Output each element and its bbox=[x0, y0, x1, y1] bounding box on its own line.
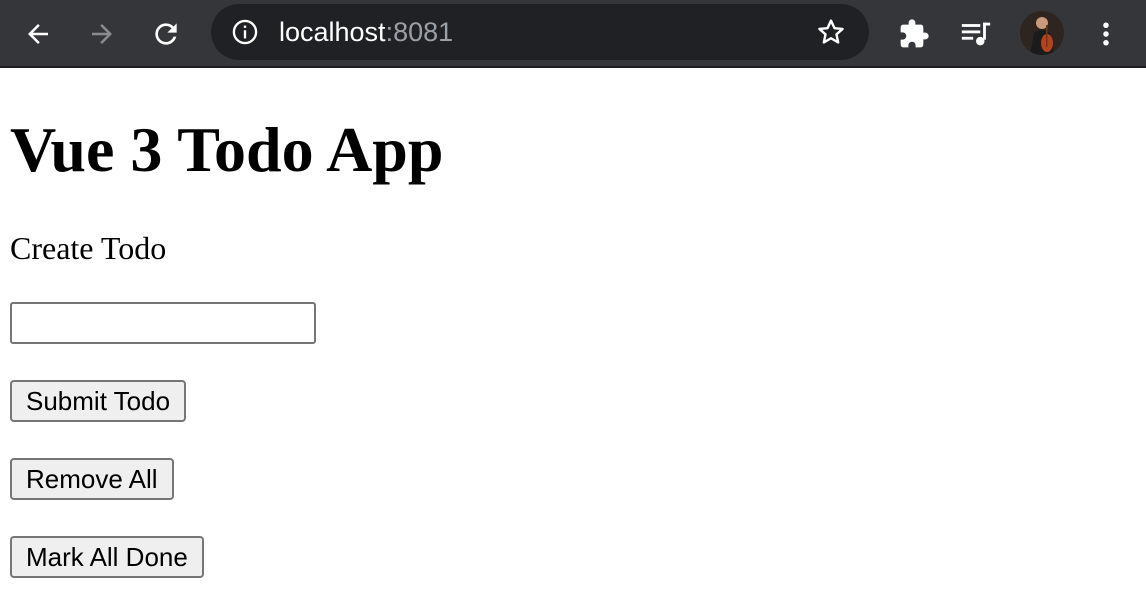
url-host: localhost bbox=[279, 17, 386, 47]
media-button[interactable] bbox=[954, 12, 998, 56]
profile-photo bbox=[1020, 11, 1064, 55]
todo-input[interactable] bbox=[10, 302, 316, 344]
create-todo-label: Create Todo bbox=[10, 230, 167, 266]
avatar[interactable] bbox=[1020, 11, 1064, 55]
extensions-button[interactable] bbox=[892, 12, 936, 56]
arrow-left-icon bbox=[28, 24, 48, 44]
info-icon[interactable] bbox=[231, 18, 259, 46]
remove-all-button[interactable]: Remove All bbox=[10, 458, 174, 500]
mark-all-done-button[interactable]: Mark All Done bbox=[10, 536, 204, 578]
back-button[interactable] bbox=[16, 12, 60, 56]
star-icon[interactable] bbox=[815, 16, 847, 48]
reload-icon bbox=[155, 23, 177, 45]
arrow-right-icon bbox=[92, 24, 112, 44]
browser-toolbar: localhost:8081 bbox=[0, 0, 1146, 68]
address-bar[interactable]: localhost:8081 bbox=[211, 4, 869, 60]
reload-button[interactable] bbox=[144, 12, 188, 56]
kebab-menu-icon bbox=[1103, 22, 1109, 46]
submit-todo-button[interactable]: Submit Todo bbox=[10, 380, 187, 422]
page-title: Vue 3 Todo App bbox=[10, 114, 444, 185]
menu-button[interactable] bbox=[1084, 12, 1128, 56]
forward-button[interactable] bbox=[80, 12, 124, 56]
url-port: :8081 bbox=[385, 17, 454, 47]
puzzle-icon bbox=[900, 19, 929, 48]
url-text: localhost:8081 bbox=[279, 4, 453, 60]
playlist-music-icon bbox=[961, 22, 991, 46]
